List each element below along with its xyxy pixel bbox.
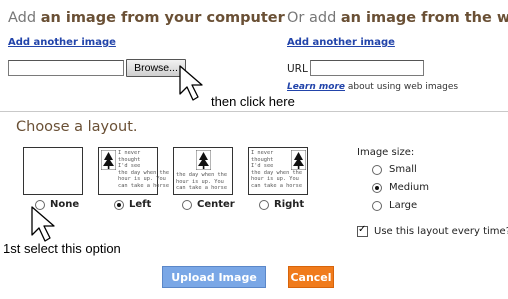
- layout-center-sample-text: the day when the hour is up. You can tak…: [176, 172, 228, 191]
- image-size-title: Image size:: [357, 147, 415, 158]
- computer-upload-title: Add an image from your computer: [8, 10, 285, 26]
- layout-radio-left[interactable]: [114, 199, 124, 210]
- layout-thumb-right[interactable]: I never thought I'd see the day when the…: [248, 147, 308, 195]
- tree-image-icon: [196, 150, 211, 170]
- remember-layout-checkbox[interactable]: [357, 224, 368, 237]
- tree-image-icon: [101, 150, 116, 170]
- size-option-small[interactable]: Small: [372, 164, 417, 175]
- layout-thumb-center[interactable]: the day when the hour is up. You can tak…: [173, 147, 233, 195]
- layout-radio-center[interactable]: [182, 199, 192, 210]
- cursor-arrow-icon: [31, 206, 55, 242]
- first-select-annotation: 1st select this option: [3, 241, 121, 256]
- cancel-button[interactable]: Cancel: [288, 266, 334, 288]
- layout-label-left: Left: [129, 199, 152, 210]
- computer-title-strong: an image from your computer: [40, 10, 285, 26]
- choose-layout-title: Choose a layout.: [16, 119, 138, 135]
- size-radio-medium[interactable]: [372, 182, 382, 193]
- size-option-medium[interactable]: Medium: [372, 182, 429, 193]
- upload-image-button[interactable]: Upload Image: [162, 266, 266, 288]
- layout-thumb-left[interactable]: I never thought I'd see the day when the…: [98, 147, 169, 195]
- size-radio-large[interactable]: [372, 200, 382, 211]
- size-label-medium: Medium: [389, 182, 429, 193]
- layout-option-right[interactable]: Right: [259, 199, 304, 210]
- web-upload-title: Or add an image from the web: [287, 10, 508, 26]
- layout-radio-right[interactable]: [259, 199, 269, 210]
- learn-more-suffix: about using web images: [345, 82, 459, 92]
- layout-label-center: Center: [197, 199, 235, 210]
- learn-more-line: Learn more about using web images: [287, 82, 458, 92]
- tree-image-icon: [291, 150, 306, 170]
- size-radio-small[interactable]: [372, 164, 382, 175]
- size-label-small: Small: [389, 164, 417, 175]
- layout-label-right: Right: [274, 199, 305, 210]
- layout-thumb-none[interactable]: [23, 147, 83, 195]
- layout-option-center[interactable]: Center: [182, 199, 235, 210]
- section-divider: [0, 111, 508, 112]
- then-click-annotation: then click here: [211, 94, 295, 109]
- layout-option-left[interactable]: Left: [114, 199, 151, 210]
- add-another-image-link-computer[interactable]: Add another image: [8, 37, 116, 48]
- remember-layout-option[interactable]: Use this layout every time?: [357, 224, 508, 237]
- remember-layout-label: Use this layout every time?: [374, 226, 508, 237]
- web-title-prefix: Or add: [287, 10, 341, 26]
- add-another-image-link-web[interactable]: Add another image: [287, 37, 395, 48]
- url-label: URL: [287, 63, 308, 75]
- file-path-input[interactable]: [8, 60, 124, 76]
- cursor-arrow-icon: [179, 65, 203, 101]
- url-input[interactable]: [310, 60, 424, 76]
- layout-left-sample-text: I never thought I'd see the day when the…: [118, 150, 170, 189]
- size-label-large: Large: [389, 200, 418, 211]
- learn-more-link[interactable]: Learn more: [287, 82, 345, 92]
- web-title-strong: an image from the web: [340, 10, 508, 26]
- computer-title-prefix: Add: [8, 10, 41, 26]
- size-option-large[interactable]: Large: [372, 200, 417, 211]
